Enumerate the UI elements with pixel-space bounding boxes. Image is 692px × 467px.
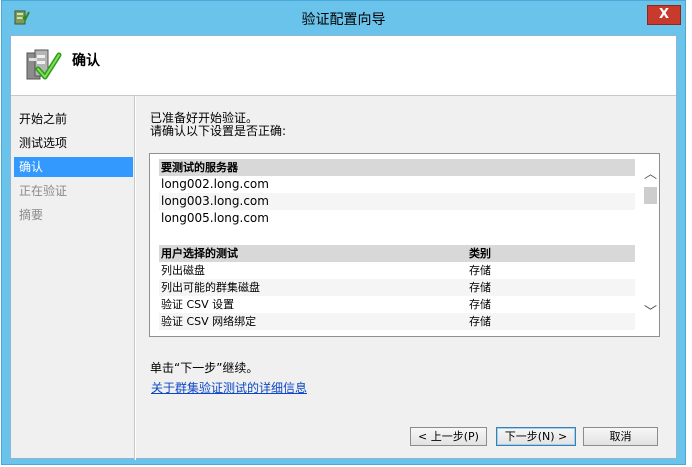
scroll-thumb[interactable] — [644, 187, 657, 204]
step-summary: 摘要 — [19, 208, 44, 222]
step-confirmation[interactable]: 确认 — [14, 157, 133, 177]
test-name: 验证 CSV 网络绑定 — [161, 315, 257, 328]
scroll-down-icon[interactable]: ﹀ — [642, 304, 659, 321]
back-button[interactable]: < 上一步(P) — [410, 427, 487, 446]
scroll-up-icon[interactable]: ︿ — [642, 166, 659, 183]
step-before-you-begin[interactable]: 开始之前 — [14, 109, 133, 129]
confirmation-list[interactable]: 要测试的服务器 long002.long.com long003.long.co… — [149, 153, 660, 337]
test-category: 存储 — [469, 264, 491, 277]
test-row: 验证 CSV 网络绑定 存储 — [159, 313, 635, 330]
step-testing-options[interactable]: 测试选项 — [14, 133, 133, 153]
nav-divider — [134, 96, 136, 460]
test-name: 列出可能的群集磁盘 — [161, 281, 260, 294]
intro-line-confirm: 请确认以下设置是否正确: — [150, 124, 287, 138]
test-row: 列出磁盘 存储 — [159, 262, 635, 279]
cancel-button[interactable]: 取消 — [583, 427, 658, 446]
close-button[interactable]: X — [647, 5, 681, 25]
page-header: 确认 — [11, 36, 676, 96]
test-category: 存储 — [469, 298, 491, 311]
tests-col-category: 类别 — [469, 247, 491, 260]
vertical-scrollbar[interactable]: ︿ ﹀ — [642, 154, 659, 336]
test-category: 存储 — [469, 281, 491, 294]
title-bar[interactable]: 验证配置向导 X — [2, 1, 685, 35]
page-title: 确认 — [72, 53, 100, 69]
test-row: 列出可能的群集磁盘 存储 — [159, 279, 635, 296]
next-button[interactable]: 下一步(N) > — [496, 427, 576, 446]
test-category: 存储 — [469, 315, 491, 328]
checklist-check-icon — [26, 49, 62, 80]
wizard-steps: 开始之前 测试选项 确认 正在验证 摘要 — [11, 98, 134, 458]
test-name: 验证 CSV 设置 — [161, 298, 235, 311]
continue-instruction: 单击“下一步”继续。 — [150, 361, 259, 375]
wizard-body: 确认 开始之前 测试选项 确认 正在验证 摘要 已准备好开始验证。 请确认以下设… — [10, 35, 677, 460]
details-link[interactable]: 关于群集验证测试的详细信息 — [151, 379, 307, 396]
wizard-window: 验证配置向导 X 确认 开始之前 测试选项 确认 正在验证 摘要 已准备好开始验… — [1, 0, 686, 465]
tests-header: 用户选择的测试 类别 — [159, 245, 635, 262]
server-row: long005.long.com — [161, 211, 269, 225]
step-validating: 正在验证 — [19, 184, 68, 198]
intro-text: 已准备好开始验证。 请确认以下设置是否正确: — [150, 112, 286, 138]
test-name: 列出磁盘 — [161, 264, 205, 277]
window-title: 验证配置向导 — [301, 12, 386, 28]
test-row: 验证 CSV 设置 存储 — [159, 296, 635, 313]
servers-header: 要测试的服务器 — [159, 159, 635, 176]
server-row: long002.long.com — [161, 177, 269, 191]
tests-col-test: 用户选择的测试 — [161, 247, 238, 260]
server-row: long003.long.com — [159, 193, 635, 210]
